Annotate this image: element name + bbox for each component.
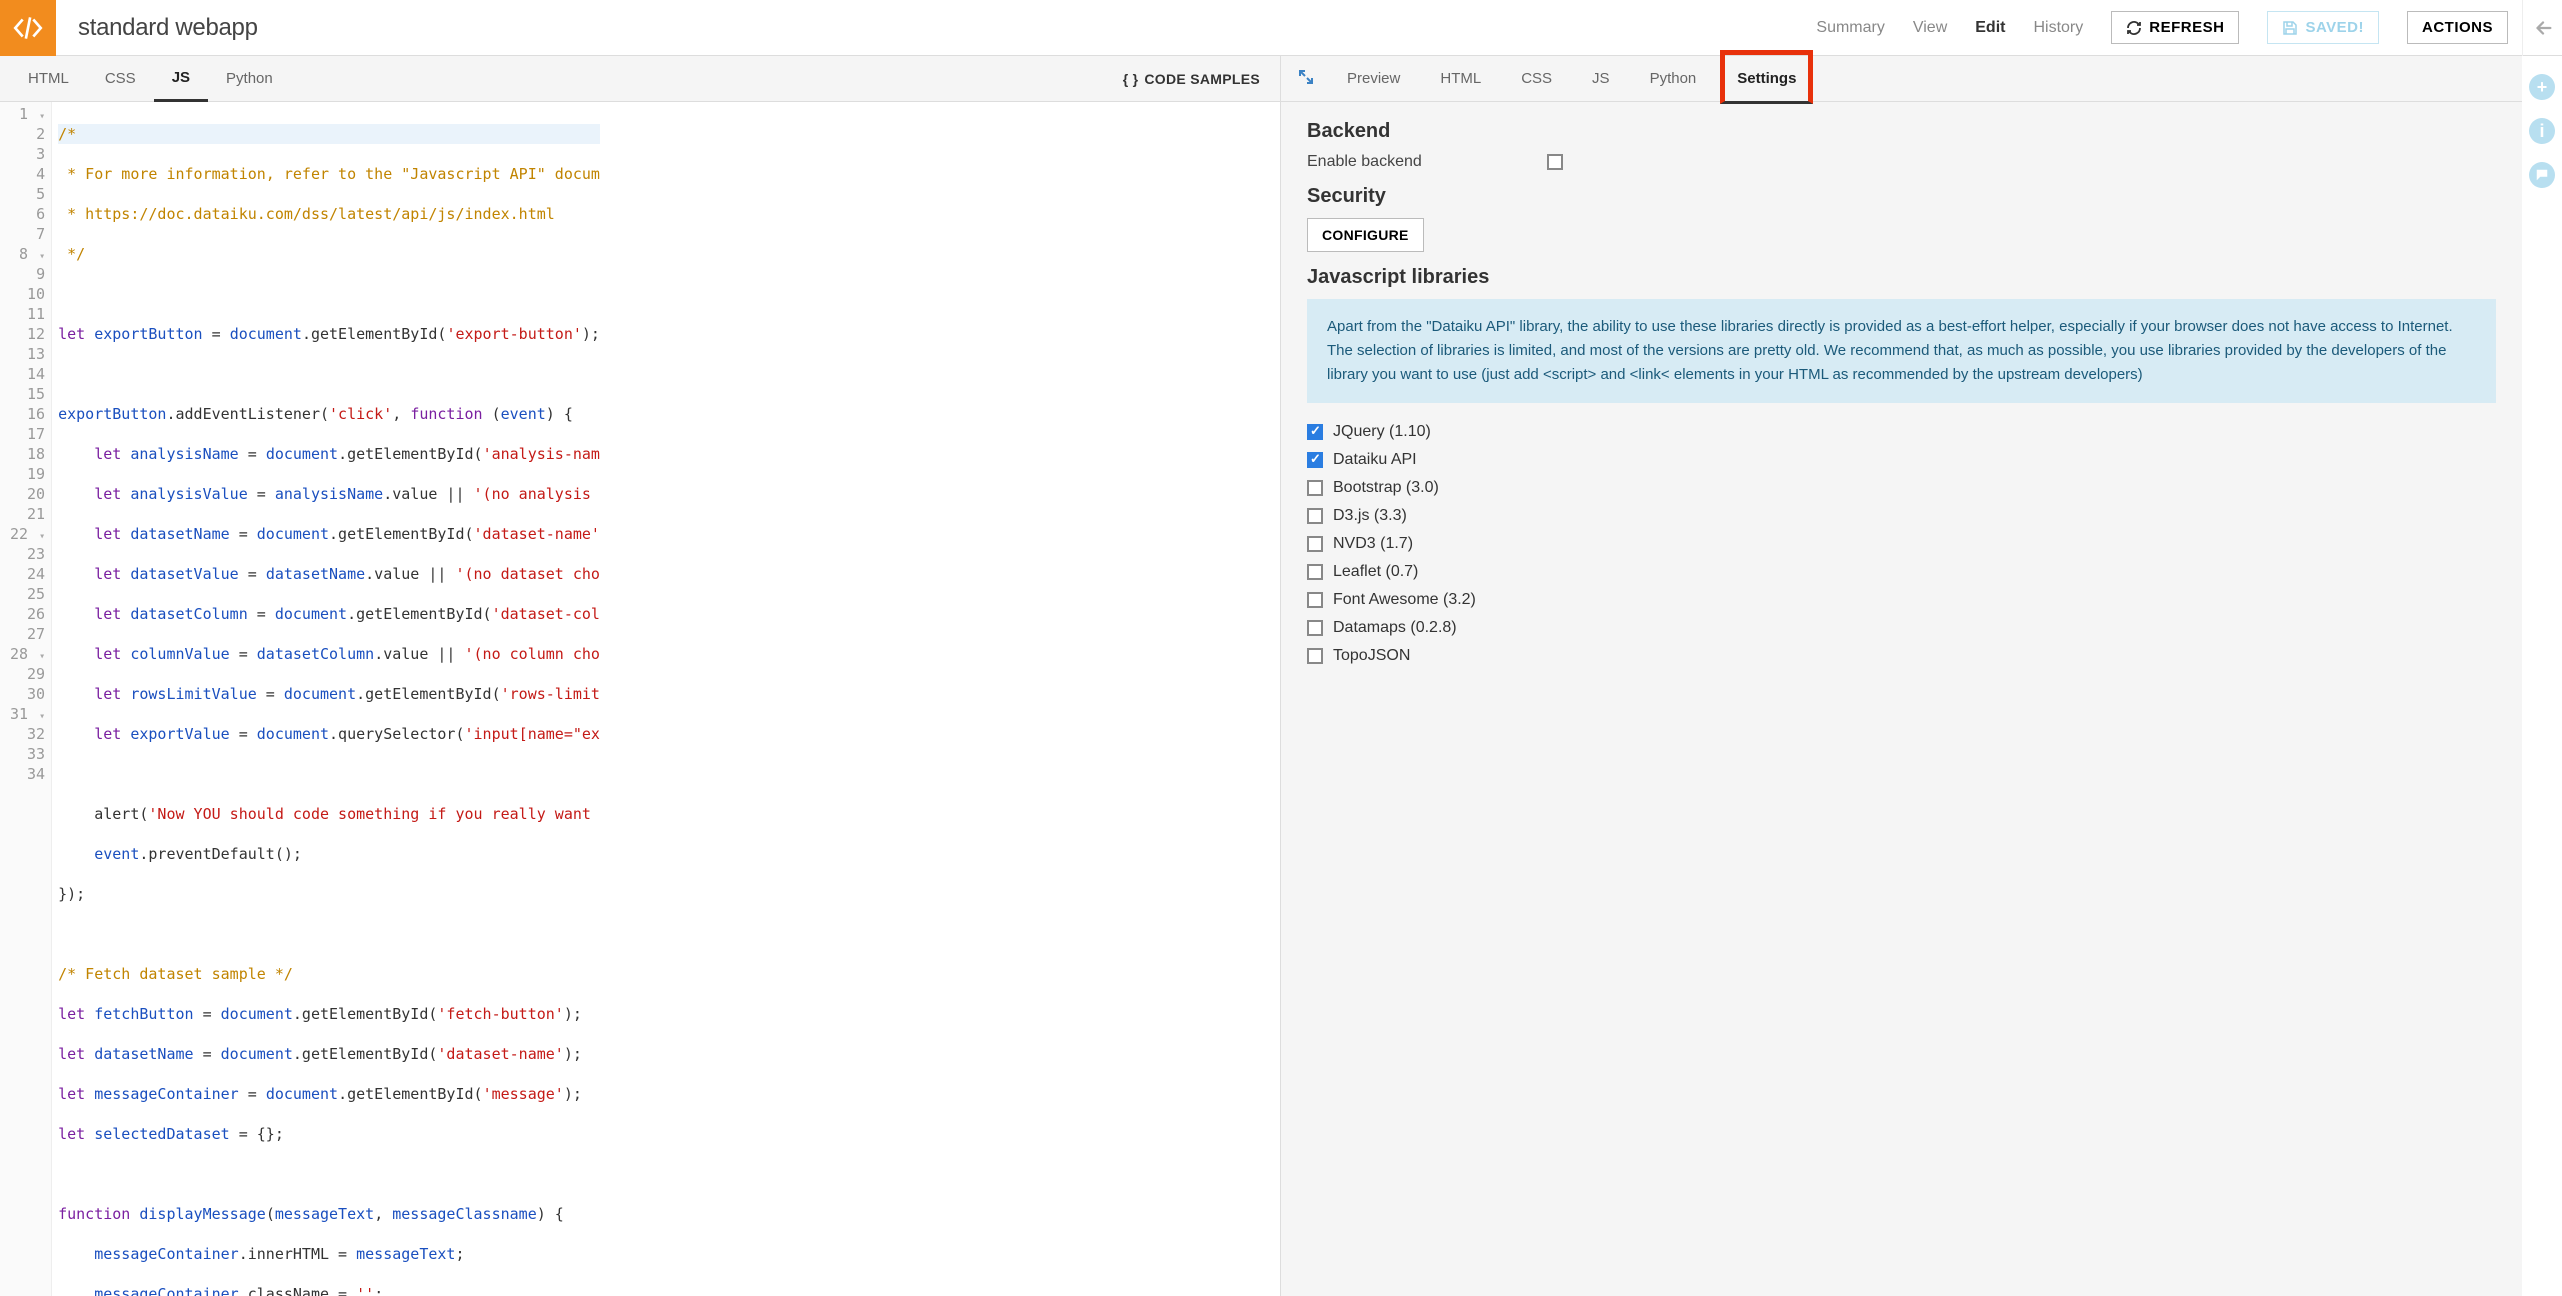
enable-backend-checkbox[interactable] [1547, 154, 1563, 170]
refresh-label: REFRESH [2149, 19, 2224, 36]
lib-label: Datamaps (0.2.8) [1333, 619, 1457, 637]
lib-checkbox[interactable] [1307, 564, 1323, 580]
actions-button[interactable]: ACTIONS [2407, 11, 2508, 44]
lib-checkbox[interactable] [1307, 452, 1323, 468]
info-text-1: Apart from the "Dataiku API" library, th… [1327, 315, 2476, 339]
lib-label: NVD3 (1.7) [1333, 535, 1413, 553]
lib-checkbox[interactable] [1307, 480, 1323, 496]
info-box: Apart from the "Dataiku API" library, th… [1307, 299, 2496, 403]
lib-item: D3.js (3.3) [1307, 507, 2496, 525]
nav-summary[interactable]: Summary [1816, 19, 1884, 37]
rtab-css[interactable]: CSS [1505, 56, 1568, 102]
code-tabs: HTML CSS JS Python { } CODE SAMPLES [0, 56, 1280, 102]
lib-item: Bootstrap (3.0) [1307, 479, 2496, 497]
code-samples-label: CODE SAMPLES [1144, 71, 1260, 87]
refresh-icon [2126, 20, 2142, 36]
lib-item: Datamaps (0.2.8) [1307, 619, 2496, 637]
main: HTML CSS JS Python { } CODE SAMPLES 1 ▾2… [0, 56, 2562, 1296]
enable-backend-row: Enable backend [1307, 153, 2496, 171]
lib-checkbox[interactable] [1307, 424, 1323, 440]
code-samples-button[interactable]: { } CODE SAMPLES [1123, 71, 1270, 87]
app-logo[interactable] [0, 0, 56, 56]
line-gutter: 1 ▾2 3 4 5 6 7 8 ▾9 10 11 12 13 14 15 16… [0, 102, 52, 1296]
page-title: standard webapp [56, 14, 258, 42]
rtab-html[interactable]: HTML [1424, 56, 1497, 102]
lib-item: NVD3 (1.7) [1307, 535, 2496, 553]
lib-item: Font Awesome (3.2) [1307, 591, 2496, 609]
code-pane: HTML CSS JS Python { } CODE SAMPLES 1 ▾2… [0, 56, 1281, 1296]
lib-checkbox[interactable] [1307, 592, 1323, 608]
refresh-button[interactable]: REFRESH [2111, 11, 2239, 44]
nav-view[interactable]: View [1913, 19, 1947, 37]
nav-history[interactable]: History [2033, 19, 2083, 37]
right-rail: + i [2522, 56, 2562, 188]
lib-item: JQuery (1.10) [1307, 423, 2496, 441]
preview-pane: Preview HTML CSS JS Python Settings Back… [1281, 56, 2522, 1296]
code-body[interactable]: /* * For more information, refer to the … [52, 102, 600, 1296]
chat-icon[interactable] [2529, 162, 2555, 188]
code-editor[interactable]: 1 ▾2 3 4 5 6 7 8 ▾9 10 11 12 13 14 15 16… [0, 102, 1280, 1296]
plus-icon[interactable]: + [2529, 74, 2555, 100]
tab-html[interactable]: HTML [10, 56, 87, 102]
tab-css[interactable]: CSS [87, 56, 154, 102]
top-nav: Summary View Edit History REFRESH SAVED!… [1816, 11, 2522, 44]
backend-heading: Backend [1307, 120, 2496, 143]
lib-label: Bootstrap (3.0) [1333, 479, 1439, 497]
lib-label: D3.js (3.3) [1333, 507, 1407, 525]
tab-python[interactable]: Python [208, 56, 291, 102]
rtab-settings[interactable]: Settings [1720, 50, 1813, 104]
tab-js[interactable]: JS [154, 56, 208, 102]
saved-button[interactable]: SAVED! [2267, 11, 2379, 44]
braces-icon: { } [1123, 71, 1139, 87]
jslibs-heading: Javascript libraries [1307, 266, 2496, 289]
lib-label: JQuery (1.10) [1333, 423, 1431, 441]
lib-label: Font Awesome (3.2) [1333, 591, 1476, 609]
lib-checkbox[interactable] [1307, 508, 1323, 524]
preview-tabs: Preview HTML CSS JS Python Settings [1281, 56, 2522, 102]
save-icon [2282, 20, 2298, 36]
lib-item: Leaflet (0.7) [1307, 563, 2496, 581]
back-arrow-icon[interactable] [2522, 0, 2562, 56]
nav-edit[interactable]: Edit [1975, 19, 2005, 37]
lib-checkbox[interactable] [1307, 648, 1323, 664]
settings-panel: Backend Enable backend Security CONFIGUR… [1281, 102, 2522, 1296]
expand-icon[interactable] [1289, 70, 1323, 87]
lib-checkbox[interactable] [1307, 536, 1323, 552]
lib-item: Dataiku API [1307, 451, 2496, 469]
saved-label: SAVED! [2305, 19, 2364, 36]
lib-item: TopoJSON [1307, 647, 2496, 665]
lib-list: JQuery (1.10) Dataiku API Bootstrap (3.0… [1307, 423, 2496, 665]
rtab-js[interactable]: JS [1576, 56, 1626, 102]
rtab-preview[interactable]: Preview [1331, 56, 1416, 102]
security-heading: Security [1307, 185, 2496, 208]
lib-label: TopoJSON [1333, 647, 1410, 665]
rtab-python[interactable]: Python [1634, 56, 1713, 102]
configure-button[interactable]: CONFIGURE [1307, 218, 1424, 252]
info-text-2: The selection of libraries is limited, a… [1327, 339, 2476, 387]
info-icon[interactable]: i [2529, 118, 2555, 144]
lib-label: Leaflet (0.7) [1333, 563, 1418, 581]
lib-checkbox[interactable] [1307, 620, 1323, 636]
code-icon [11, 11, 45, 45]
lib-label: Dataiku API [1333, 451, 1417, 469]
top-bar: standard webapp Summary View Edit Histor… [0, 0, 2562, 56]
enable-backend-label: Enable backend [1307, 153, 1527, 171]
